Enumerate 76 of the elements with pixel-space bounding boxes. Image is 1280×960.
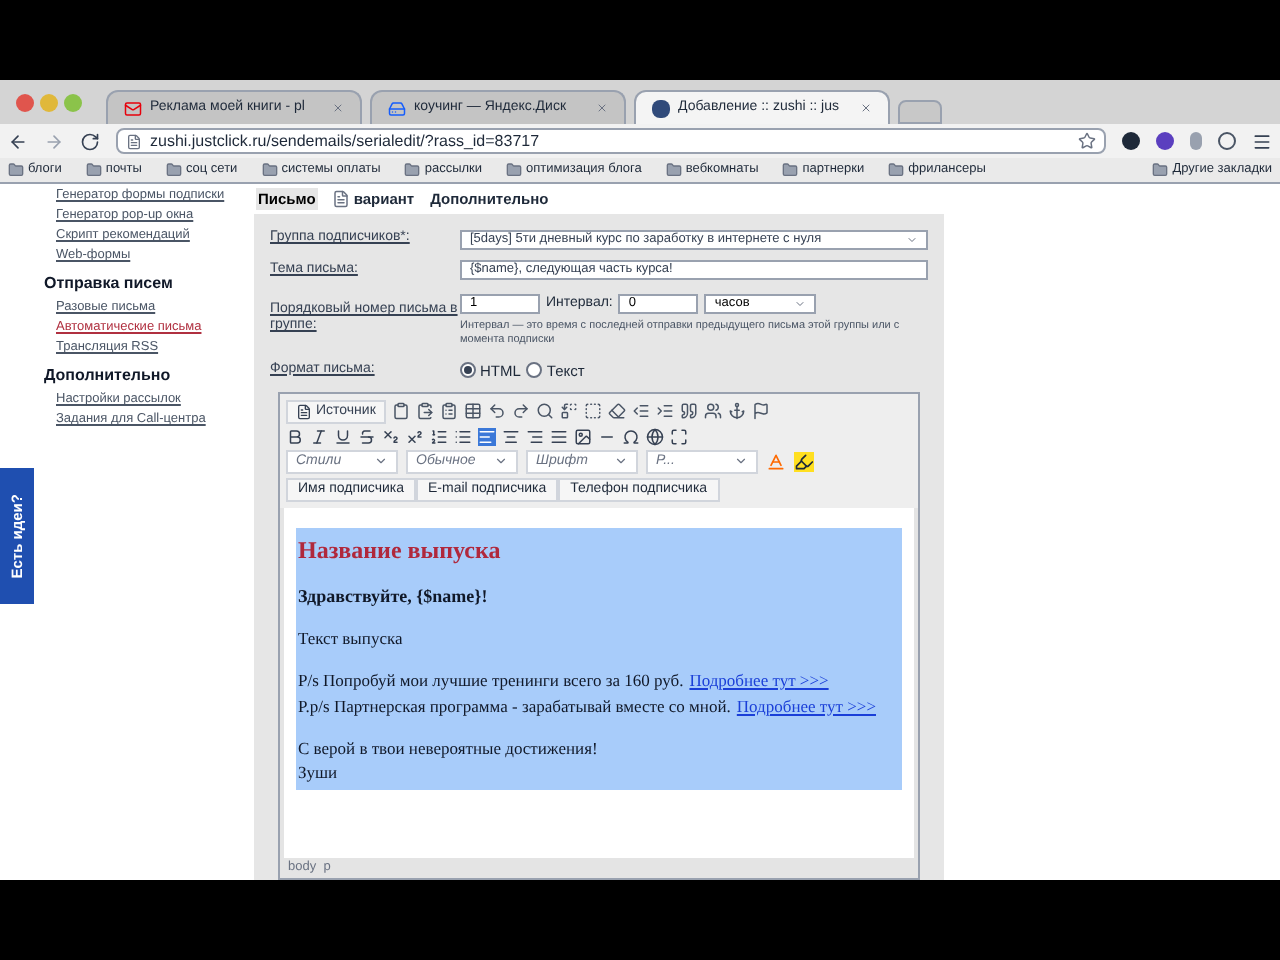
- document-icon: [331, 190, 350, 208]
- site-logo-icon: [652, 99, 670, 117]
- align-justify-icon[interactable]: [550, 427, 568, 446]
- body-text: Р/s Попробуй мои лучшие тренинги всего за 160 руб.: [298, 668, 684, 694]
- caret-icon: [794, 298, 807, 311]
- sidebar-heading: Дополнительно: [42, 364, 173, 388]
- close-window-control[interactable]: [16, 93, 34, 111]
- caret-icon: [614, 454, 628, 469]
- greeting-text: Здравствуйте, {$name}!: [298, 583, 490, 610]
- indent-icon[interactable]: [655, 402, 674, 421]
- eraser-icon[interactable]: [607, 402, 626, 421]
- align-center-icon[interactable]: [502, 427, 520, 446]
- text-color-icon[interactable]: [766, 451, 786, 472]
- bookmark-star-icon[interactable]: [1078, 132, 1096, 150]
- paste-list-icon[interactable]: [439, 402, 458, 421]
- clipboard-icon[interactable]: [391, 402, 410, 421]
- body-text: P.p/s Партнерская программа - зарабатывай вместе со мной.: [298, 693, 731, 719]
- subscript-icon[interactable]: [382, 427, 400, 446]
- address-field[interactable]: zushi.justclick.ru/sendemails/serialedit/?rass_id=83717: [116, 128, 1106, 154]
- strikethrough-icon[interactable]: [358, 427, 376, 446]
- body-text: С верой в твои невероятные достижения!: [298, 735, 600, 761]
- folder-icon: [888, 162, 905, 178]
- highlight-icon[interactable]: [794, 451, 814, 472]
- sidebar-heading: Отправка писем: [42, 272, 175, 296]
- replace-icon[interactable]: [559, 402, 578, 421]
- bullet-list-icon[interactable]: [454, 427, 472, 446]
- italic-icon[interactable]: [310, 427, 328, 446]
- back-button[interactable]: [8, 131, 28, 151]
- select-all-icon[interactable]: [583, 402, 602, 421]
- omega-icon[interactable]: [622, 427, 640, 446]
- caret-icon: [494, 454, 508, 469]
- newsletter-title: Название выпуска: [298, 533, 503, 568]
- document-icon: [296, 403, 312, 420]
- close-tab-icon[interactable]: [596, 102, 608, 114]
- close-tab-icon[interactable]: [332, 102, 344, 114]
- flag-icon[interactable]: [751, 402, 770, 421]
- globe-icon[interactable]: [646, 427, 664, 446]
- body-text: Текст выпуска: [298, 626, 405, 652]
- menu-icon[interactable]: [1252, 131, 1272, 151]
- search-icon[interactable]: [535, 402, 554, 421]
- caret-icon: [374, 454, 388, 469]
- people-icon[interactable]: [703, 402, 722, 421]
- bold-icon[interactable]: [286, 427, 304, 446]
- folder-icon: [665, 162, 682, 178]
- close-tab-icon[interactable]: [860, 102, 872, 114]
- align-right-icon[interactable]: [526, 427, 544, 446]
- image-icon[interactable]: [574, 427, 592, 446]
- redo-icon[interactable]: [511, 402, 530, 421]
- folder-icon: [404, 162, 421, 178]
- signature-text: Зуши: [298, 760, 340, 786]
- more-link[interactable]: Подробнее тут >>>: [736, 693, 876, 719]
- reload-button[interactable]: [80, 131, 100, 151]
- folder-icon: [506, 162, 523, 178]
- anchor-icon[interactable]: [727, 402, 746, 421]
- quote-icon[interactable]: [679, 402, 698, 421]
- folder-icon: [1152, 162, 1169, 178]
- folder-icon: [8, 162, 24, 178]
- align-left-icon[interactable]: [478, 427, 496, 446]
- folder-icon: [85, 162, 102, 178]
- table-icon[interactable]: [463, 402, 482, 421]
- caret-icon: [906, 233, 918, 245]
- numbered-list-icon[interactable]: [430, 427, 448, 446]
- undo-icon[interactable]: [487, 402, 506, 421]
- superscript-icon[interactable]: [406, 427, 424, 446]
- caret-icon: [734, 454, 748, 469]
- mail-icon: [124, 99, 142, 117]
- folder-icon: [261, 162, 278, 178]
- page-icon: [126, 133, 142, 149]
- folder-icon: [165, 162, 182, 178]
- more-link[interactable]: Подробнее тут >>>: [689, 668, 829, 694]
- editor-area[interactable]: [284, 507, 914, 858]
- paste-icon[interactable]: [415, 402, 434, 421]
- outdent-icon[interactable]: [631, 402, 650, 421]
- folder-icon: [782, 162, 799, 178]
- underline-icon[interactable]: [334, 427, 352, 446]
- maximize-icon[interactable]: [670, 427, 688, 446]
